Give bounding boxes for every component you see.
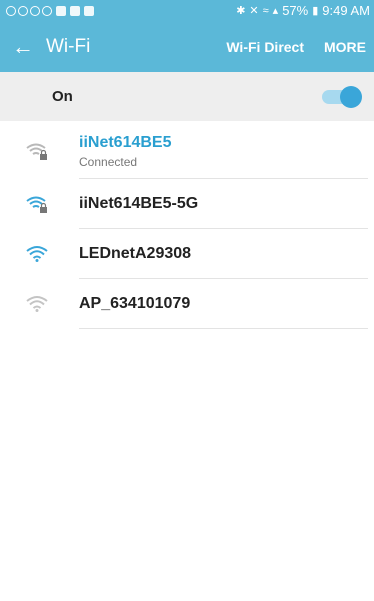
clock: 9:49 AM — [322, 3, 370, 18]
network-item[interactable]: LEDnetA29308 — [0, 229, 374, 279]
network-name: AP_634101079 — [79, 295, 191, 312]
bluetooth-icon: ✱ — [236, 5, 246, 17]
gallery-notification-icon — [84, 5, 94, 16]
app-notification-icon — [56, 5, 66, 16]
notification-icons — [6, 5, 94, 16]
wifi-icon — [26, 246, 48, 262]
wifi-direct-button[interactable]: Wi-Fi Direct — [226, 39, 304, 55]
network-name: iiNet614BE5-5G — [79, 195, 199, 212]
divider — [79, 328, 368, 329]
battery-percent: 57% — [282, 3, 309, 18]
notification-circle-icon — [42, 5, 52, 16]
signal-icon: ▴ — [272, 5, 279, 17]
mute-icon: ✕ — [249, 5, 259, 17]
network-item[interactable]: iiNet614BE5-5G — [0, 179, 374, 229]
battery-icon: ▮ — [312, 5, 319, 17]
notification-circle-icon — [30, 5, 40, 16]
toggle-thumb — [340, 85, 362, 108]
app-bar: ← Wi-Fi Wi-Fi Direct MORE — [0, 21, 374, 72]
app-notification-icon — [70, 5, 80, 16]
wifi-status-icon: ≈ — [262, 4, 269, 17]
wifi-icon — [26, 296, 48, 312]
network-name: iiNet614BE5 — [79, 133, 172, 151]
network-name: LEDnetA29308 — [79, 245, 192, 262]
network-list: iiNet614BE5 Connected iiNet614BE5-5G LED… — [0, 123, 374, 329]
wifi-lock-icon — [26, 196, 47, 213]
page-title: Wi-Fi — [46, 35, 91, 57]
wifi-lock-icon — [26, 143, 47, 160]
network-item[interactable]: iiNet614BE5 Connected — [0, 123, 374, 179]
wifi-toggle-switch[interactable] — [322, 85, 362, 108]
notification-circle-icon — [18, 5, 28, 16]
status-bar: ✱ ✕ ≈ ▴ 57% ▮ 9:49 AM — [0, 0, 374, 21]
notification-circle-icon — [6, 5, 16, 16]
wifi-toggle-row[interactable]: On — [0, 72, 374, 121]
more-button[interactable]: MORE — [324, 39, 366, 55]
arrow-back-icon[interactable]: ← — [6, 34, 40, 60]
network-status: Connected — [79, 154, 138, 169]
network-item[interactable]: AP_634101079 — [0, 279, 374, 329]
wifi-toggle-label: On — [52, 88, 73, 105]
